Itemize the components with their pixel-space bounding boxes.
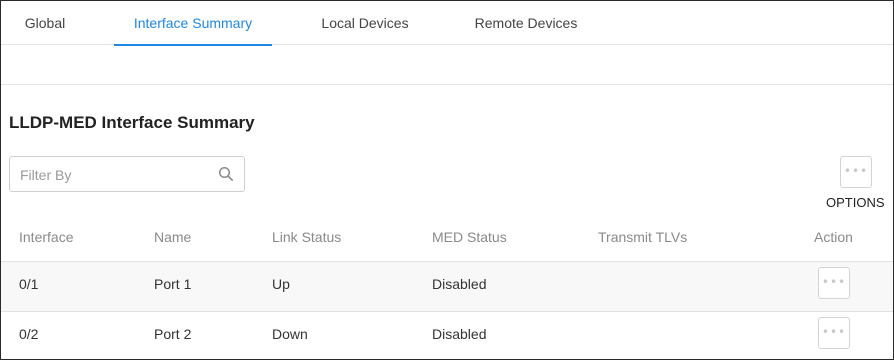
lldp-med-page: Global Interface Summary Local Devices R… xyxy=(0,0,894,360)
cell-link-status: Up xyxy=(272,276,290,292)
tab-remote-devices[interactable]: Remote Devices xyxy=(457,1,595,45)
page-title: LLDP-MED Interface Summary xyxy=(9,113,255,132)
filter-input[interactable] xyxy=(20,165,210,185)
options-button[interactable]: ••• xyxy=(840,156,872,188)
column-header-interface[interactable]: Interface xyxy=(19,229,73,245)
row-action-button[interactable]: ••• xyxy=(818,317,850,349)
tab-interface-summary[interactable]: Interface Summary xyxy=(114,1,272,46)
table-row[interactable]: 0/2 Port 2 Down Disabled ••• xyxy=(1,311,893,359)
cell-name: Port 1 xyxy=(154,276,192,292)
section-divider xyxy=(1,84,893,85)
tab-local-devices[interactable]: Local Devices xyxy=(304,1,426,45)
filter-box xyxy=(9,156,245,192)
column-header-med-status[interactable]: MED Status xyxy=(432,229,507,245)
column-header-transmit-tlvs[interactable]: Transmit TLVs xyxy=(598,229,687,245)
table-row[interactable]: 0/1 Port 1 Up Disabled ••• xyxy=(1,261,893,311)
search-icon[interactable] xyxy=(218,166,234,182)
cell-name: Port 2 xyxy=(154,326,192,342)
tab-global[interactable]: Global xyxy=(9,1,81,45)
cell-interface: 0/1 xyxy=(19,276,39,292)
cell-link-status: Down xyxy=(272,326,308,342)
more-horizontal-icon: ••• xyxy=(821,325,847,339)
column-header-link-status[interactable]: Link Status xyxy=(272,229,341,245)
column-header-name[interactable]: Name xyxy=(154,229,191,245)
more-horizontal-icon: ••• xyxy=(821,275,847,289)
column-header-action: Action xyxy=(814,229,853,245)
cell-med-status: Disabled xyxy=(432,276,487,292)
tab-bar: Global Interface Summary Local Devices R… xyxy=(1,1,893,46)
cell-interface: 0/2 xyxy=(19,326,39,342)
more-horizontal-icon: ••• xyxy=(843,164,869,178)
cell-med-status: Disabled xyxy=(432,326,487,342)
row-action-button[interactable]: ••• xyxy=(818,267,850,299)
options-label: OPTIONS xyxy=(826,195,885,210)
